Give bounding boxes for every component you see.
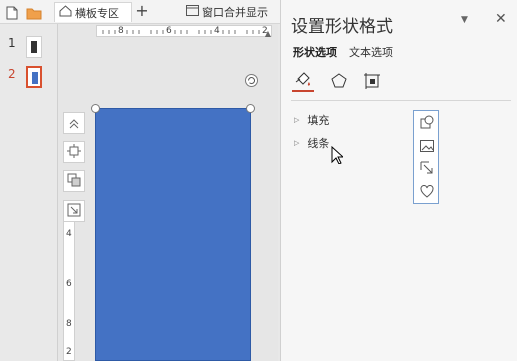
window-merge-button[interactable]: 窗口合并显示: [186, 4, 268, 20]
slide-number: 1: [8, 36, 16, 50]
new-doc-icon[interactable]: [6, 5, 18, 24]
pane-divider: [291, 100, 511, 101]
shapes-icon: [420, 114, 434, 133]
tab-label: 横板专区: [75, 6, 119, 20]
section-fill[interactable]: ▷ 填充: [294, 112, 329, 128]
ruler-label: 4: [214, 26, 220, 36]
horizontal-ruler: 8 6 4 2: [96, 25, 272, 37]
change-shape-button[interactable]: [418, 114, 436, 132]
ruler-label: 6: [66, 279, 72, 289]
ruler-label: 2: [66, 347, 72, 357]
resize-arrow-icon: [420, 160, 434, 179]
vertical-ruler: 4 6 8 2: [63, 200, 75, 361]
pane-title: 设置形状格式: [291, 17, 393, 37]
scroll-up-arrow[interactable]: ▲: [263, 29, 273, 41]
resize-handle-top-left[interactable]: [91, 104, 100, 113]
arrange-layers-button[interactable]: [63, 170, 85, 192]
picture-fill-button[interactable]: [418, 137, 436, 155]
resize-shape-button[interactable]: [418, 160, 436, 178]
home-icon: [59, 5, 72, 20]
crop-target-icon: [67, 143, 81, 162]
layout-options-button[interactable]: [63, 141, 85, 163]
slide-thumbnails-pane: 1 2: [0, 24, 58, 361]
section-line-label: 线条: [307, 137, 330, 150]
collapse-toolbar-button[interactable]: [63, 112, 85, 134]
tab-shape-options[interactable]: 形状选项: [293, 44, 337, 60]
ruler-label: 8: [118, 26, 124, 36]
tab-text-options[interactable]: 文本选项: [349, 44, 393, 60]
resize-button[interactable]: [63, 200, 85, 222]
resize-arrow-icon: [67, 202, 81, 221]
section-fill-label: 填充: [307, 114, 330, 127]
folder-icon[interactable]: [26, 5, 42, 24]
tab-template-zone[interactable]: 横板专区: [54, 2, 132, 22]
rotate-handle-icon[interactable]: [244, 73, 259, 88]
layers-icon: [67, 172, 81, 191]
shape-quick-toolbar: [413, 110, 439, 204]
selected-rectangle-shape[interactable]: [95, 108, 251, 361]
effects-pentagon-icon[interactable]: [328, 70, 350, 92]
tab-strip: 横板专区 + 窗口合并显示: [0, 0, 280, 24]
resize-handle-top-right[interactable]: [246, 104, 255, 113]
window-merge-label: 窗口合并显示: [202, 6, 268, 19]
pane-options-dropdown[interactable]: ▼: [461, 15, 468, 25]
section-line[interactable]: ▷ 线条: [294, 135, 329, 151]
new-tab-button[interactable]: +: [134, 3, 150, 19]
mouse-cursor-icon: [331, 146, 343, 164]
expand-triangle-icon: ▷: [294, 139, 300, 147]
thumb-content: [31, 41, 37, 53]
format-shape-pane: 设置形状格式 ▼ ✕ 形状选项 文本选项 ▷ 填充 ▷ 线条: [280, 0, 517, 361]
slide-number: 2: [8, 67, 16, 81]
size-properties-icon[interactable]: [361, 70, 383, 92]
close-icon[interactable]: ✕: [495, 11, 507, 27]
ruler-label: 4: [66, 229, 72, 239]
slide-thumbnail-1[interactable]: [26, 36, 42, 58]
heart-shape-button[interactable]: [418, 183, 436, 201]
thumb-content: [32, 72, 38, 84]
ruler-label: 6: [166, 26, 172, 36]
double-chevron-up-icon: [68, 114, 80, 133]
picture-icon: [420, 137, 434, 156]
expand-triangle-icon: ▷: [294, 116, 300, 124]
window-icon: [186, 5, 199, 19]
ruler-label: 8: [66, 319, 72, 329]
app-root: 横板专区 + 窗口合并显示 1 2 8 6 4 2 ▲ 4 6 8 2 设置形状…: [0, 0, 517, 361]
heart-icon: [420, 183, 434, 202]
slide-thumbnail-2[interactable]: [26, 66, 42, 88]
fill-line-icon[interactable]: [292, 70, 314, 92]
